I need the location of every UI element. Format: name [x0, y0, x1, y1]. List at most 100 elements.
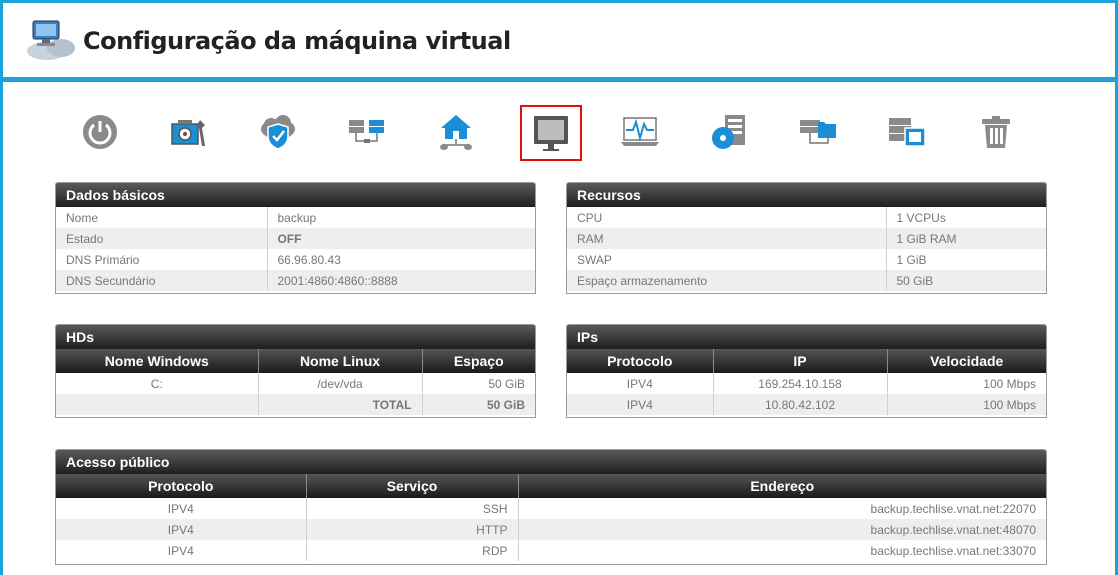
total-empty-cell — [56, 394, 258, 415]
table-row: Espaço armazenamento 50 GiB — [567, 270, 1046, 291]
access-protocol: IPV4 — [56, 519, 306, 540]
resources-panel: Recursos CPU 1 VCPUs RAM 1 GiB RAM SWAP … — [566, 182, 1047, 294]
console-button[interactable] — [520, 105, 582, 161]
hds-panel: HDs Nome Windows Nome Linux Espaço C: /d… — [55, 324, 536, 418]
hds-table: Nome Windows Nome Linux Espaço C: /dev/v… — [56, 349, 535, 415]
ip-address: 169.254.10.158 — [712, 373, 887, 394]
column-header: Serviço — [305, 474, 518, 498]
hardware-config-button[interactable] — [159, 104, 219, 160]
basic-data-table: Nome backup Estado OFF DNS Primário 66.9… — [56, 207, 535, 291]
ip-protocol: IPV4 — [567, 394, 713, 415]
total-label: TOTAL — [257, 394, 422, 415]
ip-speed: 100 Mbps — [886, 394, 1046, 415]
server-windows-icon — [889, 118, 926, 147]
ip-speed: 100 Mbps — [886, 373, 1046, 394]
table-row: DNS Secundário 2001:4860:4860::8888 — [56, 270, 535, 291]
resource-value: 1 GiB RAM — [885, 228, 1046, 249]
total-value: 50 GiB — [421, 394, 535, 415]
column-header: Nome Windows — [56, 349, 258, 373]
public-access-title: Acesso público — [56, 450, 1046, 474]
table-header-row: Nome Windows Nome Linux Espaço — [56, 349, 535, 373]
resources-title: Recursos — [567, 183, 1046, 207]
hds-title: HDs — [56, 325, 535, 349]
basic-value: backup — [266, 207, 535, 228]
table-row: IPV4 169.254.10.158 100 Mbps — [567, 373, 1046, 394]
access-service: SSH — [305, 498, 518, 519]
hd-windows-name: C: — [150, 376, 163, 391]
table-total-row: TOTAL 50 GiB — [56, 394, 535, 415]
ip-address: 10.80.42.102 — [712, 394, 887, 415]
security-button[interactable] — [248, 104, 308, 160]
column-header: Protocolo — [56, 474, 306, 498]
table-row: DNS Primário 66.96.80.43 — [56, 249, 535, 270]
basic-label: DNS Secundário — [56, 270, 267, 291]
column-header: IP — [712, 349, 887, 373]
power-icon — [83, 115, 117, 149]
basic-label: DNS Primário — [66, 252, 140, 267]
resource-value: 1 GiB — [885, 249, 1046, 270]
monitoring-graph-icon — [621, 117, 659, 146]
disk-server-button[interactable] — [699, 104, 759, 160]
power-button[interactable] — [70, 104, 130, 160]
basic-label: Nome — [66, 210, 99, 225]
table-header-row: Protocolo IP Velocidade — [567, 349, 1046, 373]
table-row: SWAP 1 GiB — [567, 249, 1046, 270]
network-servers-button[interactable] — [337, 104, 397, 160]
column-header: Velocidade — [886, 349, 1046, 373]
hd-linux-name: /dev/vda — [257, 373, 422, 394]
column-header: Protocolo — [567, 349, 713, 373]
ip-protocol: IPV4 — [626, 376, 653, 391]
basic-value: OFF — [266, 228, 535, 249]
home-network-icon — [440, 115, 472, 150]
basic-data-panel: Dados básicos Nome backup Estado OFF DNS… — [55, 182, 536, 294]
access-address: backup.techlise.vnat.net:22070 — [517, 498, 1046, 519]
public-access-panel: Acesso público Protocolo Serviço Endereç… — [55, 449, 1047, 565]
access-address: backup.techlise.vnat.net:48070 — [517, 519, 1046, 540]
access-protocol: IPV4 — [167, 543, 194, 558]
network-servers-icon — [349, 120, 384, 143]
access-address: backup.techlise.vnat.net:33070 — [517, 540, 1046, 561]
resource-label: CPU — [577, 210, 603, 225]
basic-label: Estado — [56, 228, 267, 249]
basic-data-title: Dados básicos — [56, 183, 535, 207]
table-header-row: Protocolo Serviço Endereço — [56, 474, 1046, 498]
resource-label: Espaço armazenamento — [567, 270, 886, 291]
monitor-icon — [534, 116, 568, 151]
table-row: Estado OFF — [56, 228, 535, 249]
table-row: C: /dev/vda 50 GiB — [56, 373, 535, 394]
server-folder-icon — [800, 120, 836, 144]
resource-label: RAM — [567, 228, 886, 249]
monitoring-button[interactable] — [610, 104, 670, 160]
resource-value: 50 GiB — [885, 270, 1046, 291]
table-row: IPV4 SSH backup.techlise.vnat.net:22070 — [56, 498, 1046, 519]
column-header: Endereço — [517, 474, 1046, 498]
server-windows-button[interactable] — [877, 104, 937, 160]
resource-value: 1 VCPUs — [885, 207, 1046, 228]
trash-icon — [982, 116, 1010, 148]
hd-size: 50 GiB — [421, 373, 535, 394]
access-protocol: IPV4 — [167, 501, 194, 516]
table-row: RAM 1 GiB RAM — [567, 228, 1046, 249]
basic-value: 2001:4860:4860::8888 — [266, 270, 535, 291]
column-header: Nome Linux — [257, 349, 422, 373]
server-folder-button[interactable] — [788, 104, 848, 160]
resources-table: CPU 1 VCPUs RAM 1 GiB RAM SWAP 1 GiB Esp… — [567, 207, 1046, 291]
home-network-button[interactable] — [426, 104, 486, 160]
public-access-table: Protocolo Serviço Endereço IPV4 SSH back… — [56, 474, 1046, 561]
ips-panel: IPs Protocolo IP Velocidade IPV4 169.254… — [566, 324, 1047, 418]
table-row: IPV4 10.80.42.102 100 Mbps — [567, 394, 1046, 415]
page-header: Configuração da máquina virtual — [3, 3, 1115, 77]
main-content: Dados básicos Nome backup Estado OFF DNS… — [3, 82, 1115, 575]
table-row: Nome backup — [56, 207, 535, 228]
column-header: Espaço — [421, 349, 535, 373]
table-row: IPV4 HTTP backup.techlise.vnat.net:48070 — [56, 519, 1046, 540]
page-title: Configuração da máquina virtual — [83, 27, 511, 55]
resource-label: SWAP — [577, 252, 612, 267]
delete-button[interactable] — [966, 104, 1026, 160]
cloud-computer-icon — [27, 20, 75, 60]
cloud-shield-icon — [261, 115, 295, 150]
ips-title: IPs — [567, 325, 1046, 349]
hardware-config-icon — [171, 120, 205, 146]
access-service: RDP — [305, 540, 518, 561]
action-toolbar — [3, 82, 1115, 172]
